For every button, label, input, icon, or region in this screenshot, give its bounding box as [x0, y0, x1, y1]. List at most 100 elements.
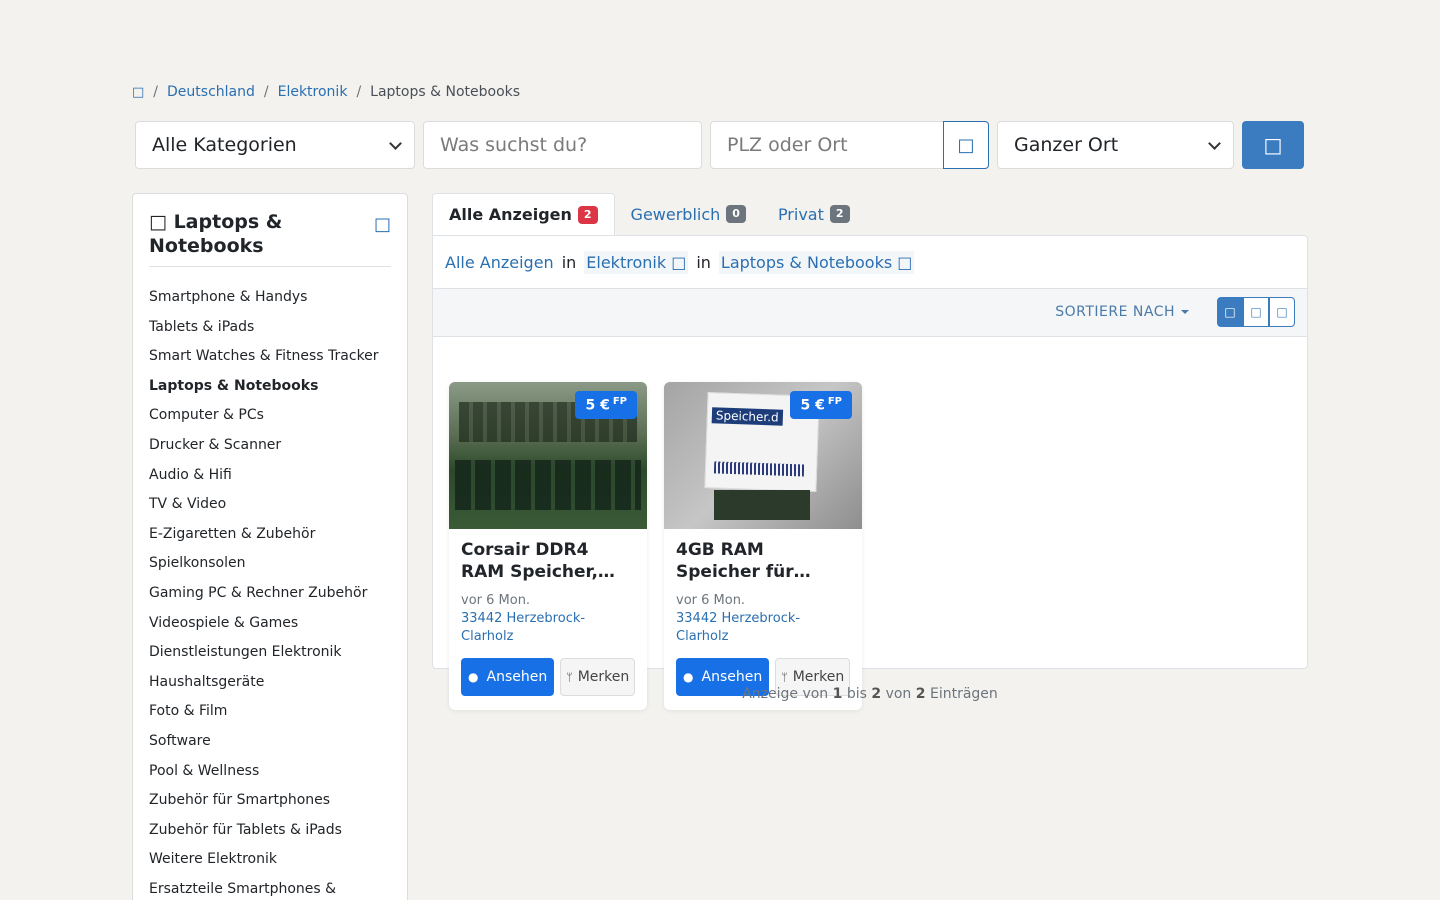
category-select[interactable]: Alle Kategorien — [135, 121, 415, 169]
map-icon: □ — [1276, 305, 1288, 319]
breadcrumb-current: Laptops & Notebooks — [370, 84, 521, 100]
breadcrumb: □ / Deutschland / Elektronik / Laptops &… — [132, 84, 520, 100]
save-button-label: Merken — [792, 669, 845, 685]
grid-view-button[interactable]: □ — [1217, 297, 1243, 327]
price-badge: 5 € FP — [790, 391, 852, 419]
count-badge: 2 — [829, 205, 850, 223]
category-item[interactable]: Drucker & Scanner — [149, 435, 391, 465]
breadcrumb-link-deutschland[interactable]: Deutschland — [167, 84, 255, 100]
remove-icon: □ — [897, 252, 913, 272]
location-input-placeholder: PLZ oder Ort — [727, 134, 848, 156]
eye-icon: ● — [468, 670, 479, 684]
tab-gewerblich[interactable]: Gewerblich 0 — [615, 193, 762, 235]
save-button-label: Merken — [577, 669, 630, 685]
listing-date: vor 6 Mon. — [461, 593, 531, 608]
tab-privat[interactable]: Privat 2 — [762, 193, 866, 235]
category-icon: □ — [149, 211, 167, 233]
category-item[interactable]: Smartphone & Handys — [149, 287, 391, 317]
category-sidebar: □ Laptops & Notebooks □ Smartphone & Han… — [132, 193, 408, 900]
sidebar-title: □ Laptops & Notebooks — [149, 210, 349, 258]
price-value: 5 € — [585, 397, 610, 414]
map-view-button[interactable]: □ — [1269, 297, 1295, 327]
category-item[interactable]: Software — [149, 731, 391, 761]
filter-in-text: in — [696, 252, 711, 272]
pagination-text: Einträgen — [929, 686, 998, 702]
category-item[interactable]: Tablets & iPads — [149, 317, 391, 347]
listing-image[interactable]: 5 € FP — [449, 382, 647, 529]
sidebar-title-text: Laptops & Notebooks — [149, 211, 283, 257]
pagination-text: bis — [846, 686, 867, 702]
listing-date: vor 6 Mon. — [676, 593, 746, 608]
pagination-info: Anzeige von 1 bis 2 von 2 Einträgen — [432, 686, 1308, 702]
breadcrumb-separator: / — [263, 84, 269, 100]
category-item[interactable]: Zubehör für Tablets & iPads — [149, 820, 391, 850]
category-item[interactable]: Weitere Elektronik — [149, 849, 391, 879]
listing-card[interactable]: 5 € FP Corsair DDR4 RAM Speicher,… vor 6 … — [449, 382, 647, 710]
listing-card[interactable]: Speicher.d 5 € FP 4GB RAM Speicher für… v… — [664, 382, 862, 710]
category-item[interactable]: Foto & Film — [149, 701, 391, 731]
tab-alle-anzeigen[interactable]: Alle Anzeigen 2 — [432, 193, 615, 235]
locate-button[interactable]: □ — [943, 121, 989, 169]
list-icon: □ — [1250, 305, 1262, 319]
bookmark-icon: ᛘ — [781, 670, 788, 684]
category-item[interactable]: E-Zigaretten & Zubehör — [149, 524, 391, 554]
location-input[interactable]: PLZ oder Ort — [710, 121, 944, 169]
listing-location[interactable]: 33442 Herzebrock-Clarholz — [676, 610, 850, 646]
category-item[interactable]: Dienstleistungen Elektronik — [149, 642, 391, 672]
filter-all-link[interactable]: Alle Anzeigen — [445, 253, 554, 272]
radius-select-value: Ganzer Ort — [1014, 134, 1119, 156]
category-item[interactable]: Haushaltsgeräte — [149, 672, 391, 702]
search-input[interactable]: Was suchst du? — [423, 121, 702, 169]
search-icon: □ — [1263, 133, 1283, 157]
bookmark-icon: ᛘ — [566, 670, 573, 684]
sidebar-header: □ Laptops & Notebooks □ — [149, 210, 391, 267]
pagination-text: Anzeige von — [742, 686, 829, 702]
breadcrumb-separator: / — [153, 84, 159, 100]
home-icon[interactable]: □ — [132, 85, 144, 100]
category-item[interactable]: Ersatzteile Smartphones & — [149, 879, 391, 900]
filter-in-text: in — [561, 252, 577, 272]
listing-panel: Alle Anzeigen in Elektronik □ in Laptops… — [432, 235, 1308, 710]
category-item[interactable]: Smart Watches & Fitness Tracker — [149, 346, 391, 376]
pagination-from: 1 — [832, 686, 843, 702]
filter-chip-laptops[interactable]: Laptops & Notebooks □ — [718, 250, 915, 274]
filter-icon[interactable]: □ — [374, 214, 391, 235]
count-badge: 2 — [577, 205, 598, 224]
category-item[interactable]: TV & Video — [149, 494, 391, 524]
price-badge: 5 € FP — [575, 391, 637, 419]
category-item[interactable]: Audio & Hifi — [149, 465, 391, 495]
list-view-button[interactable]: □ — [1243, 297, 1269, 327]
ram-stick-graphic — [714, 490, 810, 520]
image-brand-text: Speicher.d — [711, 407, 783, 426]
category-item-active[interactable]: Laptops & Notebooks — [149, 376, 391, 406]
active-filters: Alle Anzeigen in Elektronik □ in Laptops… — [433, 236, 1307, 289]
tab-label: Alle Anzeigen — [449, 205, 572, 224]
tab-label: Gewerblich — [630, 204, 721, 224]
count-badge: 0 — [726, 205, 746, 223]
category-select-value: Alle Kategorien — [152, 134, 297, 156]
search-button[interactable]: □ — [1242, 121, 1304, 169]
breadcrumb-link-elektronik[interactable]: Elektronik — [278, 84, 348, 100]
filter-chip-label: Laptops & Notebooks — [720, 252, 893, 272]
barcode-graphic — [713, 461, 805, 477]
category-item[interactable]: Spielkonsolen — [149, 553, 391, 583]
filter-chip-label: Elektronik — [586, 252, 667, 272]
listing-title[interactable]: 4GB RAM Speicher für… — [676, 539, 850, 583]
pagination-total: 2 — [915, 686, 926, 702]
radius-select[interactable]: Ganzer Ort — [997, 121, 1234, 169]
eye-icon: ● — [683, 670, 694, 684]
category-item[interactable]: Computer & PCs — [149, 405, 391, 435]
listing-location[interactable]: 33442 Herzebrock-Clarholz — [461, 610, 635, 646]
listing-image[interactable]: Speicher.d 5 € FP — [664, 382, 862, 529]
category-item[interactable]: Gaming PC & Rechner Zubehör — [149, 583, 391, 613]
price-suffix: FP — [612, 396, 627, 407]
grid-icon: □ — [1224, 305, 1236, 319]
category-item[interactable]: Pool & Wellness — [149, 761, 391, 791]
price-suffix: FP — [827, 396, 842, 407]
sort-dropdown[interactable]: SORTIERE NACH — [1055, 304, 1189, 320]
category-item[interactable]: Videospiele & Games — [149, 613, 391, 643]
view-button-label: Ansehen — [486, 669, 548, 685]
listing-title[interactable]: Corsair DDR4 RAM Speicher,… — [461, 539, 635, 583]
filter-chip-elektronik[interactable]: Elektronik □ — [584, 250, 689, 274]
category-item[interactable]: Zubehör für Smartphones — [149, 790, 391, 820]
